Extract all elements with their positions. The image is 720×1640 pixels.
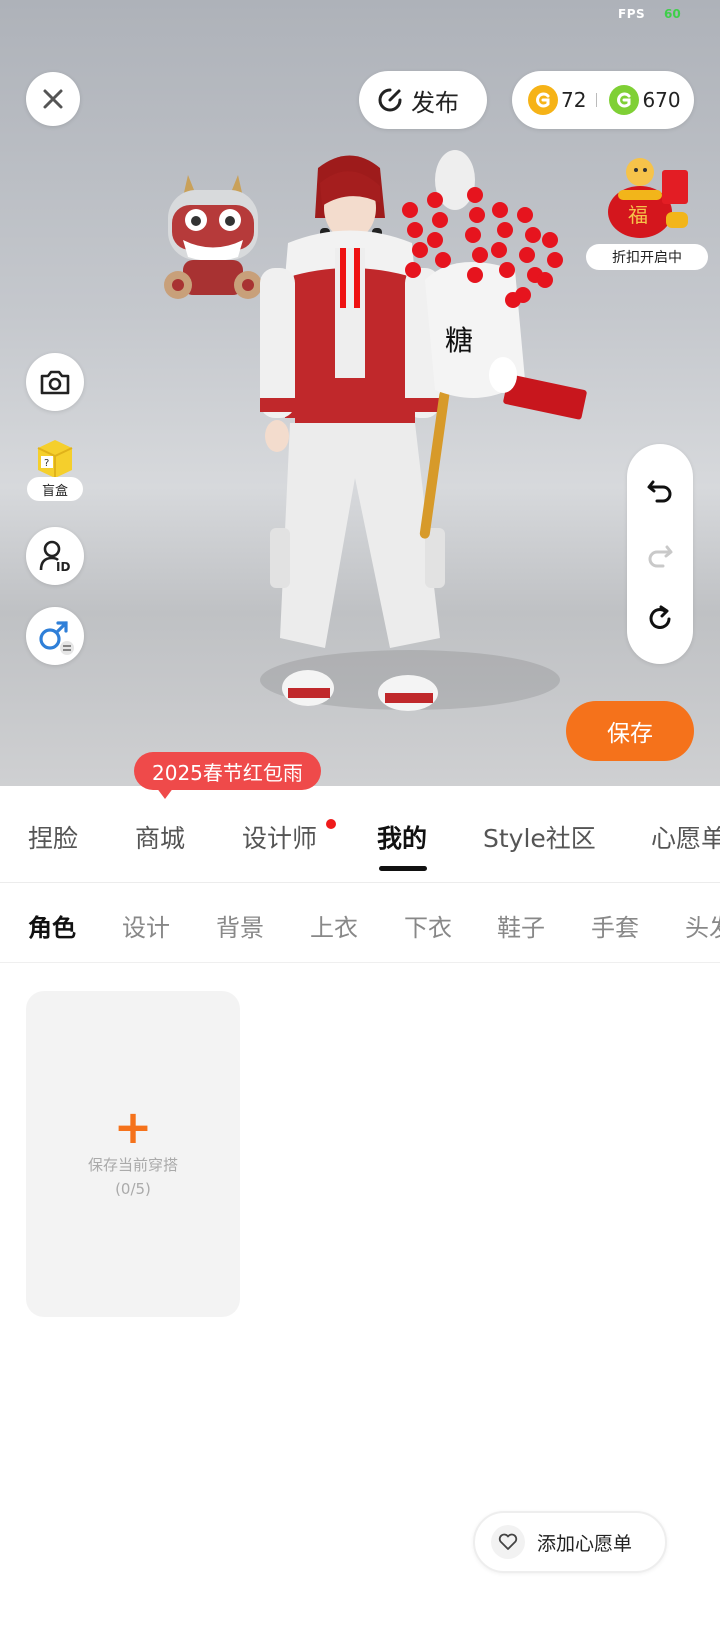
subtab-character[interactable]: 角色 [28, 908, 76, 943]
reset-icon[interactable] [645, 604, 675, 634]
tab-designer[interactable]: 设计师 [242, 819, 317, 855]
avatar-id-button[interactable]: ID [26, 527, 84, 585]
publish-icon [378, 88, 402, 112]
gender-switch-button[interactable] [26, 607, 84, 665]
subtab-gloves[interactable]: 手套 [591, 908, 639, 943]
svg-text:ID: ID [56, 560, 70, 573]
blind-box-label[interactable]: 盲盒 [27, 477, 83, 501]
subtab-background[interactable]: 背景 [216, 908, 264, 943]
save-button[interactable]: 保存 [566, 701, 694, 761]
subtab-divider [0, 962, 720, 963]
svg-text:福: 福 [628, 203, 648, 227]
discount-label[interactable]: 折扣开启中 [586, 244, 708, 270]
main-tab-bar [0, 786, 720, 884]
tab-shop[interactable]: 商城 [135, 819, 185, 855]
subtab-design[interactable]: 设计 [122, 908, 170, 943]
publish-label: 发布 [411, 88, 459, 117]
svg-text:糖: 糖 [445, 324, 473, 357]
tanghulu-prop: 糖 [402, 150, 587, 539]
promo-tail [156, 787, 174, 799]
tab-face[interactable]: 捏脸 [28, 819, 78, 855]
close-button[interactable] [26, 72, 80, 126]
add-wishlist-label: 添加心愿单 [537, 1532, 633, 1555]
fps-value: 60 [664, 7, 681, 21]
save-outfit-label: 保存当前穿搭 [87, 1156, 178, 1174]
notification-dot [326, 819, 336, 829]
heart-icon [491, 1525, 525, 1559]
gold-coin-icon [528, 85, 558, 115]
publish-button[interactable]: 发布 [359, 71, 487, 129]
tab-mine[interactable]: 我的 [377, 819, 427, 855]
subtab-top[interactable]: 上衣 [310, 908, 358, 943]
event-promo-badge[interactable]: 2025春节红包雨 [134, 752, 321, 790]
save-outfit-count: (0/5) [115, 1180, 151, 1198]
gold-coin-value: 72 [561, 88, 587, 112]
history-controls [627, 444, 693, 664]
green-coin-icon [609, 85, 640, 115]
redo-icon[interactable] [645, 539, 675, 569]
fortune-bag-icon[interactable]: 福 [596, 150, 692, 246]
camera-button[interactable] [26, 353, 84, 411]
fps-label: FPS [618, 7, 646, 21]
undo-icon[interactable] [645, 474, 675, 504]
tab-divider [0, 882, 720, 883]
blind-box-icon[interactable]: ? [32, 434, 78, 480]
save-outfit-card[interactable]: + 保存当前穿搭 (0/5) [26, 991, 240, 1317]
subtab-shoes[interactable]: 鞋子 [497, 908, 545, 943]
subtab-hair[interactable]: 头发 [685, 908, 720, 942]
camera-icon [40, 370, 70, 395]
coin-separator [596, 93, 598, 107]
add-wishlist-button[interactable]: 添加心愿单 [473, 1511, 667, 1573]
tab-wishlist[interactable]: 心愿单 [651, 819, 720, 855]
tab-wishlist-clip: 心愿单 [651, 819, 720, 855]
subtab-hair-clip: 头发 [685, 908, 720, 942]
user-id-icon: ID [39, 540, 70, 573]
svg-text:?: ? [44, 458, 49, 469]
subtab-bottom[interactable]: 下衣 [404, 908, 452, 943]
active-tab-indicator [379, 866, 427, 871]
avatar-stage[interactable]: 糖 FPS 60 发布 72 670 福 折扣开启中 ? 盲盒 ID 保存 [0, 0, 720, 786]
tab-style-community[interactable]: Style社区 [483, 819, 596, 855]
currency-balance[interactable]: 72 670 [512, 71, 694, 129]
male-gender-icon [39, 621, 74, 655]
close-icon [43, 89, 63, 109]
green-coin-value: 670 [642, 88, 681, 112]
plus-icon: + [113, 1100, 153, 1154]
